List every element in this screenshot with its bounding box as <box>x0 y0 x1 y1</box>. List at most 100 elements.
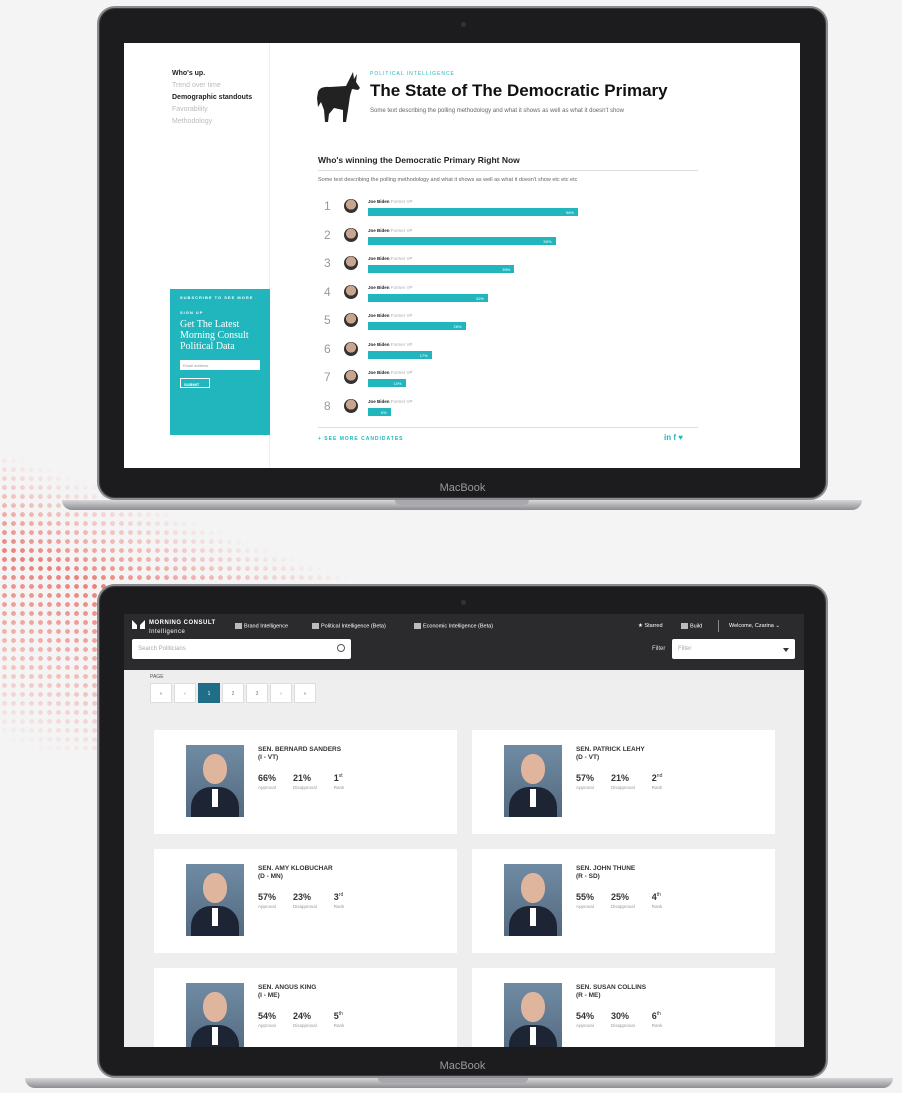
candidate-name: Joe Biden Former VP <box>368 313 413 318</box>
rank-value: 5th <box>334 1011 345 1021</box>
senator-card[interactable]: SEN. PATRICK LEAHY (D - VT) 57% Approval 2… <box>472 730 775 834</box>
nav-item-methodology[interactable]: Methodology <box>172 118 269 125</box>
senator-card[interactable]: SEN. BERNARD SANDERS (I - VT) 66% Approval… <box>154 730 457 834</box>
newsletter-submit-button[interactable]: SUBMIT <box>180 378 210 388</box>
photo-shirt <box>212 789 218 807</box>
photo-shirt <box>530 1027 536 1045</box>
page-button[interactable]: › <box>270 683 292 703</box>
senator-name-text: SEN. AMY KLOBUCHAR <box>258 865 333 872</box>
rank-value: 3rd <box>334 892 345 902</box>
welcome-text: Welcome, Czarina <box>729 623 774 629</box>
senator-party: (I - VT) <box>258 754 279 761</box>
rank-value: 4th <box>652 892 663 902</box>
rank-label: Rank <box>651 904 663 909</box>
laptop-bottom: MacBook MORNING CONSULT Intelligence Bra… <box>97 584 828 1078</box>
candidate-name-text: Joe Biden <box>368 313 390 318</box>
see-more-candidates-link[interactable]: + SEE MORE CANDIDATES <box>318 436 404 442</box>
candidate-rank: 4 <box>324 284 331 299</box>
filter-select[interactable]: Filter <box>672 639 795 659</box>
senator-card[interactable]: SEN. ANGUS KING (I - ME) 54% Approval 24% D… <box>154 968 457 1047</box>
camera <box>460 22 466 27</box>
share-icons[interactable]: in f ♥ <box>664 433 683 442</box>
candidate-name: Joe Biden Former VP <box>368 199 413 204</box>
page-button[interactable]: « <box>150 683 172 703</box>
candidate-avatar <box>344 199 358 213</box>
starred-button[interactable]: ★ Starred <box>638 623 663 629</box>
senator-name: SEN. JOHN THUNE (R - SD) <box>576 865 635 881</box>
senator-card[interactable]: SEN. AMY KLOBUCHAR (D - MN) 57% Approval 2… <box>154 849 457 953</box>
line-chart-icon <box>414 623 421 629</box>
approval-label: Approval <box>576 904 594 909</box>
page-button[interactable]: 1 <box>198 683 220 703</box>
senator-card[interactable]: SEN. JOHN THUNE (R - SD) 55% Approval 25% D… <box>472 849 775 953</box>
photo-head <box>521 873 545 903</box>
section-text: Some text describing the polling methodo… <box>318 177 578 183</box>
candidate-avatar <box>344 341 358 356</box>
candidate-name: Joe Biden Former VP <box>368 285 413 290</box>
build-icon <box>681 623 688 629</box>
photo-head <box>203 873 227 903</box>
candidate-rank: 7 <box>324 370 331 384</box>
photo-shirt <box>212 908 218 926</box>
disapproval-value: 30% <box>611 1011 630 1021</box>
page-button[interactable]: 3 <box>246 683 268 703</box>
user-menu[interactable]: Welcome, Czarina ⌄ <box>729 623 780 629</box>
candidate-row: 5 Joe Biden Former VP 26% <box>318 313 708 342</box>
m-logo-icon <box>132 620 145 629</box>
candidate-row: 2 Joe Biden Former VP 50% <box>318 227 708 257</box>
nav-item-demographic[interactable]: Demographic standouts <box>172 94 269 101</box>
nav-brand-intelligence[interactable]: Brand Intelligence <box>235 623 288 629</box>
approval-label: Approval <box>258 785 276 790</box>
photo-shirt <box>530 789 536 807</box>
rank-suffix: th <box>656 892 661 898</box>
rank-stat: 4th Rank <box>652 892 663 909</box>
approval-label: Approval <box>576 1023 594 1028</box>
senator-photo <box>504 983 562 1047</box>
newsletter-email-input[interactable]: Email address <box>180 360 260 370</box>
disapproval-label: Disapproval <box>293 904 317 909</box>
app-header: MORNING CONSULT Intelligence Brand Intel… <box>124 614 804 670</box>
rank-suffix: st <box>338 773 343 779</box>
page-button[interactable]: 2 <box>222 683 244 703</box>
senator-party: (D - VT) <box>576 754 600 761</box>
nav-political-intelligence[interactable]: Political Intelligence (Beta) <box>312 623 386 629</box>
candidate-role: Former VP <box>390 341 413 347</box>
candidate-name-text: Joe Biden <box>368 199 390 204</box>
nav-item-trend[interactable]: Trend over time <box>172 82 269 89</box>
page-title: The State of The Democratic Primary <box>370 81 668 100</box>
candidate-bar: 32% <box>368 293 488 302</box>
nav-item-favorability[interactable]: Favorability <box>172 106 269 113</box>
senator-card[interactable]: SEN. SUSAN COLLINS (R - ME) 54% Approval 3… <box>472 968 775 1047</box>
nav-item-whos-up[interactable]: Who's up. <box>172 70 269 77</box>
rank-value: 1st <box>334 773 345 783</box>
senator-name: SEN. PATRICK LEAHY (D - VT) <box>576 746 645 762</box>
disapproval-value: 21% <box>611 773 630 783</box>
page-button[interactable]: ‹ <box>174 683 196 703</box>
nav-economic-intelligence[interactable]: Economic Intelligence (Beta) <box>414 623 493 629</box>
morning-consult-logo[interactable]: MORNING CONSULT Intelligence <box>132 620 216 636</box>
senator-name-text: SEN. JOHN THUNE <box>576 865 636 872</box>
senator-stats: 54% Approval 24% Disapproval 5th Rank <box>258 1011 361 1028</box>
disapproval-stat: 25% Disapproval <box>611 892 635 909</box>
pagination: «‹ 1 2 3 ›» <box>150 683 318 703</box>
divider <box>318 427 698 428</box>
nav-label: Economic Intelligence (Beta) <box>423 623 494 630</box>
photo-head <box>521 992 545 1022</box>
senator-party: (I - ME) <box>258 992 280 999</box>
page-button[interactable]: » <box>294 683 316 703</box>
camera <box>460 600 466 605</box>
build-button[interactable]: Build <box>681 623 702 629</box>
disapproval-stat: 21% Disapproval <box>293 773 317 790</box>
search-politicians-input[interactable]: Search Politicians <box>132 639 351 659</box>
senator-stats: 54% Approval 30% Disapproval 6th Rank <box>576 1011 679 1028</box>
candidate-row: 6 Joe Biden Former VP 17% <box>318 341 708 371</box>
approval-label: Approval <box>576 785 594 790</box>
candidate-avatar <box>344 284 358 299</box>
approval-value: 54% <box>258 1011 277 1021</box>
approval-stat: 66% Approval <box>258 773 276 790</box>
filter-label: Filter <box>652 646 666 652</box>
newsletter-kicker: SUBSCRIBE TO SEE MORE <box>180 295 254 300</box>
senator-party: (R - ME) <box>576 992 601 999</box>
senator-name: SEN. BERNARD SANDERS (I - VT) <box>258 746 341 762</box>
senator-stats: 57% Approval 23% Disapproval 3rd Rank <box>258 892 361 909</box>
